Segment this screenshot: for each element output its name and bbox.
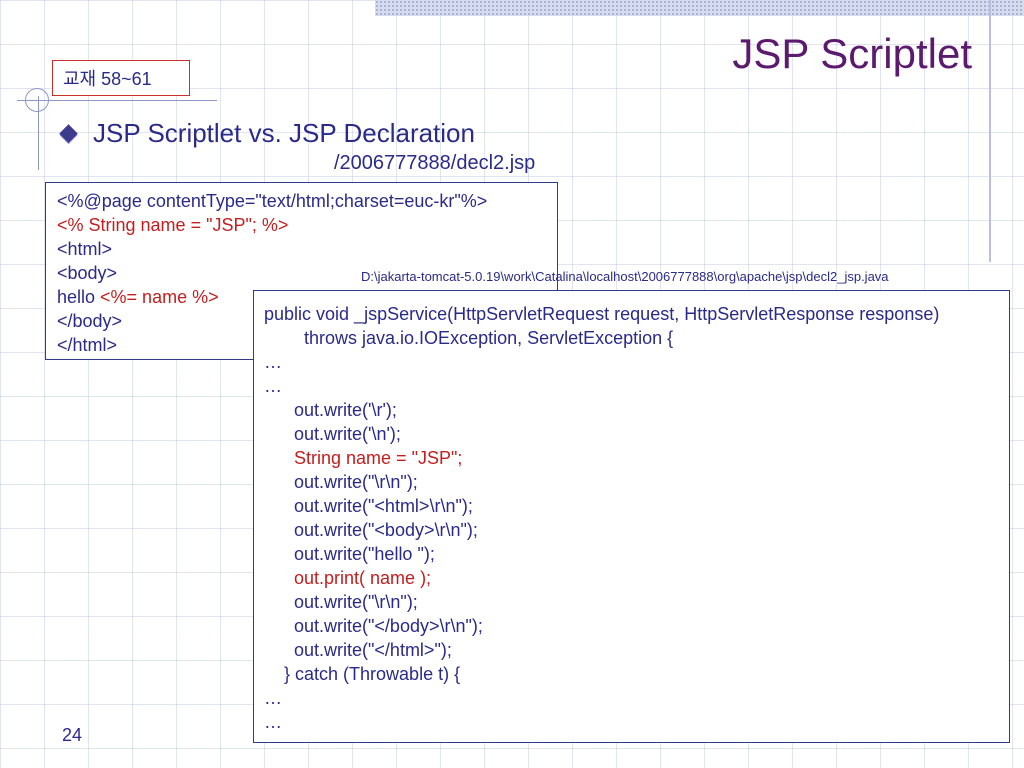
code-line: … — [264, 688, 282, 708]
slide-title: JSP Scriptlet — [732, 30, 972, 77]
code-line: <%@page contentType="text/html;charset=e… — [57, 191, 488, 211]
code-line: out.write("\r\n"); — [264, 592, 418, 612]
code-text-highlight: <%= name %> — [100, 287, 219, 307]
jsp-filename: /2006777888/decl2.jsp — [334, 152, 536, 174]
decorative-circle — [25, 88, 49, 112]
decorative-vertical-line — [989, 0, 991, 262]
code-line: … — [264, 352, 282, 372]
code-line: out.write('\n'); — [264, 424, 401, 444]
code-text: hello — [57, 287, 101, 307]
code-line: out.write('\r'); — [264, 400, 397, 420]
code-line: } catch (Throwable t) { — [264, 664, 461, 684]
code-line: out.write("<body>\r\n"); — [264, 520, 478, 540]
code-line: … — [264, 712, 282, 732]
top-decorative-band — [375, 0, 1024, 16]
code-line: <html> — [57, 239, 113, 259]
diamond-bullet-icon — [59, 124, 78, 143]
code-line: out.write("<html>\r\n"); — [264, 496, 473, 516]
page-number: 24 — [62, 725, 83, 745]
bullet-text: JSP Scriptlet vs. JSP Declaration — [93, 118, 475, 148]
bullet-row: JSP Scriptlet vs. JSP Declaration — [59, 118, 475, 149]
java-source-box: public void _jspService(HttpServletReque… — [253, 290, 1010, 743]
textbook-reference-box: 교재 58~61 — [52, 60, 190, 96]
code-line: out.write("</body>\r\n"); — [264, 616, 483, 636]
code-line-highlight: <% String name = "JSP"; %> — [57, 215, 289, 235]
code-line: throws java.io.IOException, ServletExcep… — [264, 328, 674, 348]
code-line: out.write("\r\n"); — [264, 472, 418, 492]
code-line-highlight: String name = "JSP"; — [264, 448, 463, 468]
code-line: out.write("hello "); — [264, 544, 435, 564]
code-line: … — [264, 376, 282, 396]
generated-java-path: D:\jakarta-tomcat-5.0.19\work\Catalina\l… — [361, 269, 889, 284]
code-line-highlight: out.print( name ); — [264, 568, 432, 588]
code-line: public void _jspService(HttpServletReque… — [264, 304, 940, 324]
code-line: out.write("</html>"); — [264, 640, 452, 660]
